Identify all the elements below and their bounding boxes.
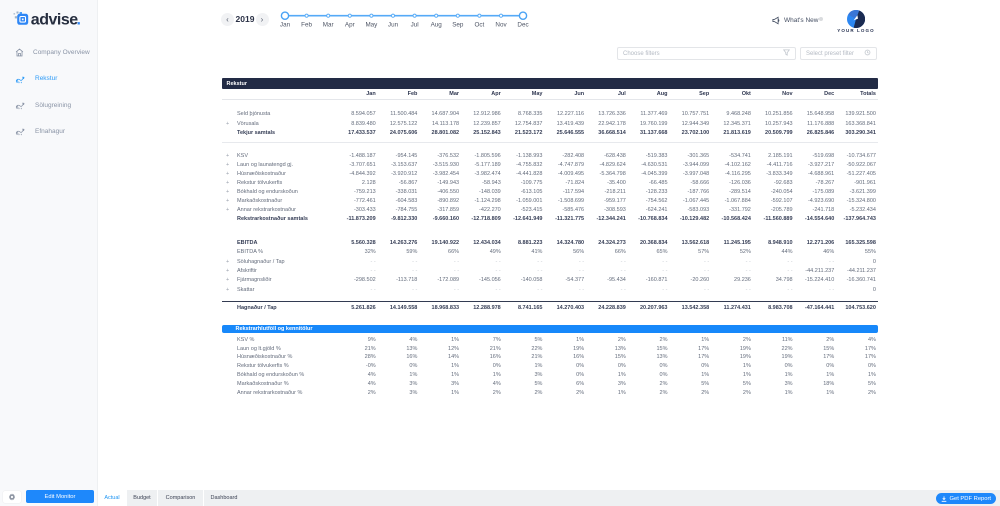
svg-text:May: May [365, 22, 378, 29]
svg-text:Jul: Jul [411, 22, 419, 29]
svg-text:advise: advise [31, 12, 78, 27]
svg-text:Feb: Feb [301, 22, 312, 29]
svg-text:Jan: Jan [280, 22, 291, 29]
svg-text:Nov: Nov [495, 22, 507, 29]
svg-text:Jun: Jun [388, 22, 399, 29]
svg-text:Dec: Dec [517, 22, 528, 29]
svg-text:Sep: Sep [452, 22, 464, 29]
svg-text:Aug: Aug [431, 22, 443, 29]
svg-text:Oct: Oct [475, 22, 485, 29]
svg-text:.: . [77, 12, 81, 27]
svg-text:Mar: Mar [323, 22, 334, 29]
svg-text:Apr: Apr [345, 22, 355, 29]
